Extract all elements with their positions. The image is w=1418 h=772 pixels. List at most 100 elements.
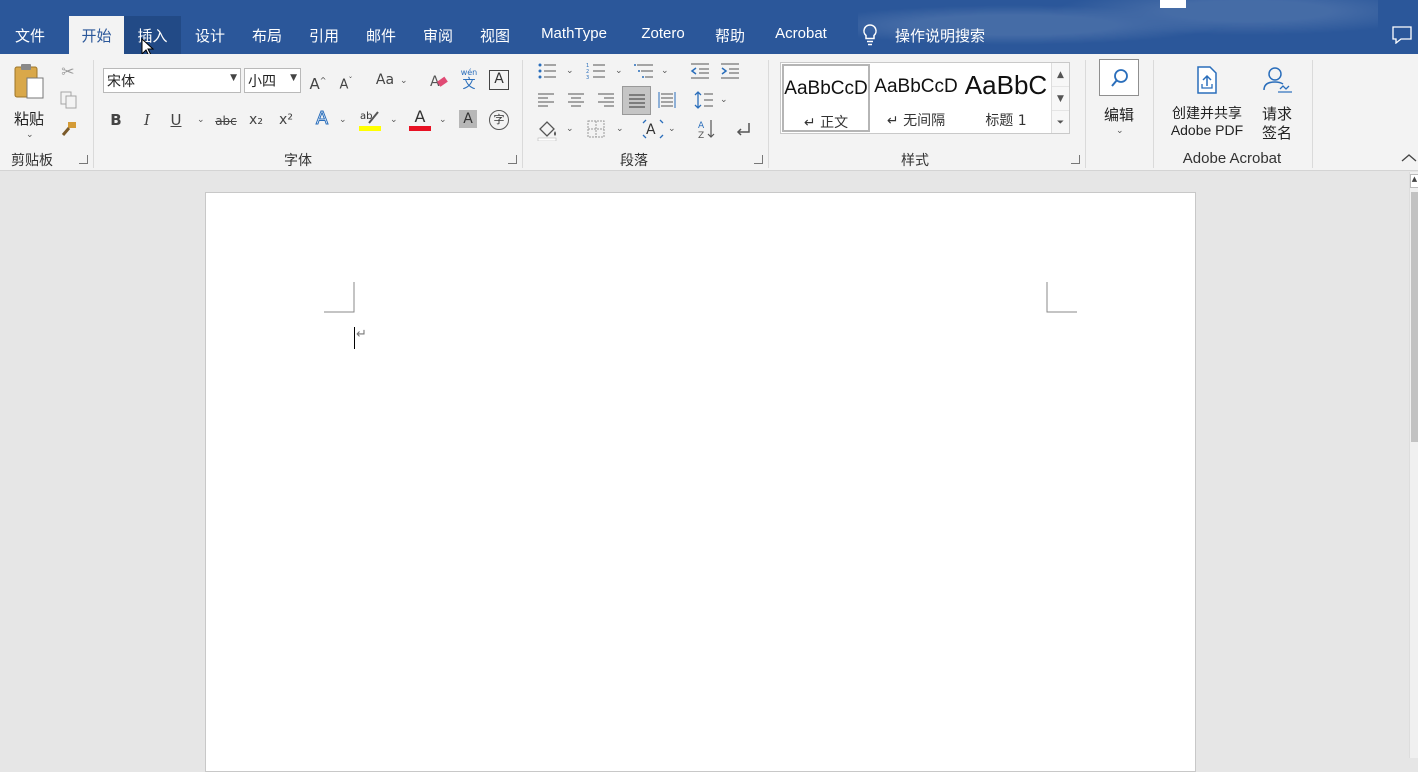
- dialog-launcher-icon[interactable]: [1071, 155, 1080, 164]
- align-center-icon[interactable]: [567, 92, 585, 108]
- comments-icon[interactable]: [1392, 26, 1412, 44]
- chevron-down-icon[interactable]: ⌄: [566, 124, 574, 134]
- scroll-up-icon[interactable]: ▲: [1410, 174, 1418, 188]
- format-painter-icon[interactable]: [60, 120, 78, 138]
- tab-acrobat[interactable]: Acrobat: [762, 16, 840, 54]
- chevron-down-icon[interactable]: ⌄: [400, 76, 408, 86]
- create-share-pdf-button[interactable]: 创建并共享 Adobe PDF: [1162, 64, 1252, 144]
- align-right-icon[interactable]: [597, 92, 615, 108]
- paste-button[interactable]: 粘贴 ⌄: [6, 60, 52, 140]
- chevron-down-icon[interactable]: ⌄: [566, 66, 574, 76]
- asian-layout-icon[interactable]: A: [642, 119, 664, 139]
- increase-indent-icon[interactable]: [720, 62, 740, 80]
- ribbon-tab-bar: 文件 开始 插入 设计 布局 引用 邮件 审阅 视图 MathType Zote…: [0, 0, 1418, 54]
- vertical-scrollbar[interactable]: ▲: [1409, 172, 1418, 758]
- chevron-down-icon: ▼: [290, 73, 297, 83]
- font-name-combo[interactable]: 宋体 ▼: [103, 68, 241, 93]
- editing-label: 编辑: [1103, 106, 1134, 124]
- bullets-icon[interactable]: [537, 62, 557, 80]
- styles-gallery: AaBbCcD ↵ 正文 AaBbCcD ↵ 无间隔 AaBbC 标题 1 ▲ …: [780, 62, 1070, 134]
- tab-view[interactable]: 视图: [468, 16, 522, 54]
- highlight-color-swatch: [359, 126, 381, 131]
- font-color-icon[interactable]: A: [409, 108, 431, 132]
- show-formatting-marks-icon[interactable]: [733, 120, 753, 140]
- font-group-label: 字体: [284, 153, 312, 169]
- search-icon-box: [1099, 59, 1139, 96]
- character-shading-icon[interactable]: A: [459, 110, 477, 128]
- tab-layout[interactable]: 布局: [240, 16, 294, 54]
- tab-help[interactable]: 帮助: [704, 16, 756, 54]
- chevron-down-icon[interactable]: ⌄: [339, 115, 347, 125]
- text-effects-icon[interactable]: A: [312, 108, 332, 129]
- tab-mathtype[interactable]: MathType: [527, 16, 621, 54]
- style-name-heading-1: 标题 1: [985, 113, 1027, 129]
- request-signature-button[interactable]: 请求 签名: [1254, 64, 1300, 144]
- underline-button[interactable]: U: [166, 110, 186, 130]
- change-case-icon[interactable]: Aa: [372, 70, 398, 90]
- tab-file[interactable]: 文件: [0, 16, 60, 54]
- phonetic-guide-icon[interactable]: wén 文: [459, 68, 479, 92]
- grow-font-icon[interactable]: A^: [309, 71, 327, 94]
- sort-icon[interactable]: A Z: [697, 118, 717, 140]
- chevron-down-icon[interactable]: ⌄: [390, 115, 398, 125]
- decrease-indent-icon[interactable]: [690, 62, 710, 80]
- chevron-down-icon[interactable]: ⌄: [197, 115, 205, 125]
- dialog-launcher-icon[interactable]: [79, 155, 88, 164]
- chevron-down-icon: ⌄: [26, 130, 34, 140]
- numbering-icon[interactable]: 123: [586, 62, 606, 80]
- collapse-ribbon-icon[interactable]: [1401, 153, 1417, 163]
- justify-button[interactable]: [622, 86, 651, 115]
- style-no-spacing[interactable]: AaBbCcD ↵ 无间隔: [872, 64, 960, 132]
- chevron-down-icon[interactable]: ⌄: [616, 124, 624, 134]
- chevron-down-icon[interactable]: ⌄: [615, 66, 623, 76]
- gallery-scroll-down-icon[interactable]: ▼: [1052, 87, 1069, 111]
- title-bar-button[interactable]: [1160, 0, 1186, 8]
- highlight-color-icon[interactable]: ab: [359, 108, 383, 132]
- dialog-launcher-icon[interactable]: [754, 155, 763, 164]
- clear-formatting-icon[interactable]: A: [429, 71, 449, 91]
- request-sign-label-2: 签名: [1261, 124, 1292, 142]
- tab-mailings[interactable]: 邮件: [354, 16, 408, 54]
- shading-icon[interactable]: [537, 119, 559, 141]
- multilevel-list-icon[interactable]: [634, 62, 656, 80]
- subscript-button[interactable]: x₂: [246, 110, 266, 130]
- italic-button[interactable]: I: [137, 110, 157, 130]
- scrollbar-thumb[interactable]: [1411, 192, 1418, 442]
- strikethrough-button[interactable]: abc: [213, 111, 239, 131]
- svg-text:A: A: [646, 122, 656, 138]
- chevron-down-icon[interactable]: ⌄: [720, 95, 728, 105]
- dialog-launcher-icon[interactable]: [508, 155, 517, 164]
- gallery-scroll-up-icon[interactable]: ▲: [1052, 63, 1069, 87]
- character-border-icon[interactable]: A: [489, 70, 509, 90]
- group-divider: [1085, 60, 1086, 168]
- borders-icon[interactable]: [587, 120, 605, 138]
- line-spacing-icon[interactable]: [694, 91, 714, 109]
- align-left-icon[interactable]: [537, 92, 555, 108]
- copy-icon[interactable]: [60, 91, 78, 109]
- gallery-expand-icon[interactable]: ⏷: [1052, 111, 1069, 135]
- style-heading-1[interactable]: AaBbC 标题 1: [962, 64, 1050, 132]
- svg-text:A: A: [698, 121, 705, 131]
- tab-zotero[interactable]: Zotero: [628, 16, 698, 54]
- font-size-combo[interactable]: 小四 ▼: [244, 68, 301, 93]
- chevron-down-icon[interactable]: ⌄: [439, 115, 447, 125]
- superscript-button[interactable]: x²: [276, 110, 296, 130]
- style-normal[interactable]: AaBbCcD ↵ 正文: [782, 64, 870, 132]
- tab-review[interactable]: 审阅: [411, 16, 465, 54]
- clipboard-paste-icon: [14, 64, 44, 99]
- bold-button[interactable]: B: [106, 110, 126, 130]
- tab-design[interactable]: 设计: [183, 16, 237, 54]
- editing-button[interactable]: 编辑 ⌄: [1096, 58, 1142, 138]
- font-size-value: 小四: [248, 74, 276, 90]
- document-page[interactable]: ↵: [205, 192, 1196, 772]
- tab-references[interactable]: 引用: [297, 16, 351, 54]
- shrink-font-icon[interactable]: Aˇ: [337, 71, 355, 95]
- chevron-down-icon[interactable]: ⌄: [661, 66, 669, 76]
- acrobat-group-label: Adobe Acrobat: [1182, 150, 1282, 167]
- distributed-icon[interactable]: [658, 91, 676, 109]
- enclose-characters-icon[interactable]: 字: [489, 110, 509, 130]
- document-workspace: ↵: [0, 172, 1409, 772]
- tab-home[interactable]: 开始: [69, 16, 124, 54]
- chevron-down-icon[interactable]: ⌄: [668, 124, 676, 134]
- cut-icon[interactable]: ✂: [58, 62, 78, 82]
